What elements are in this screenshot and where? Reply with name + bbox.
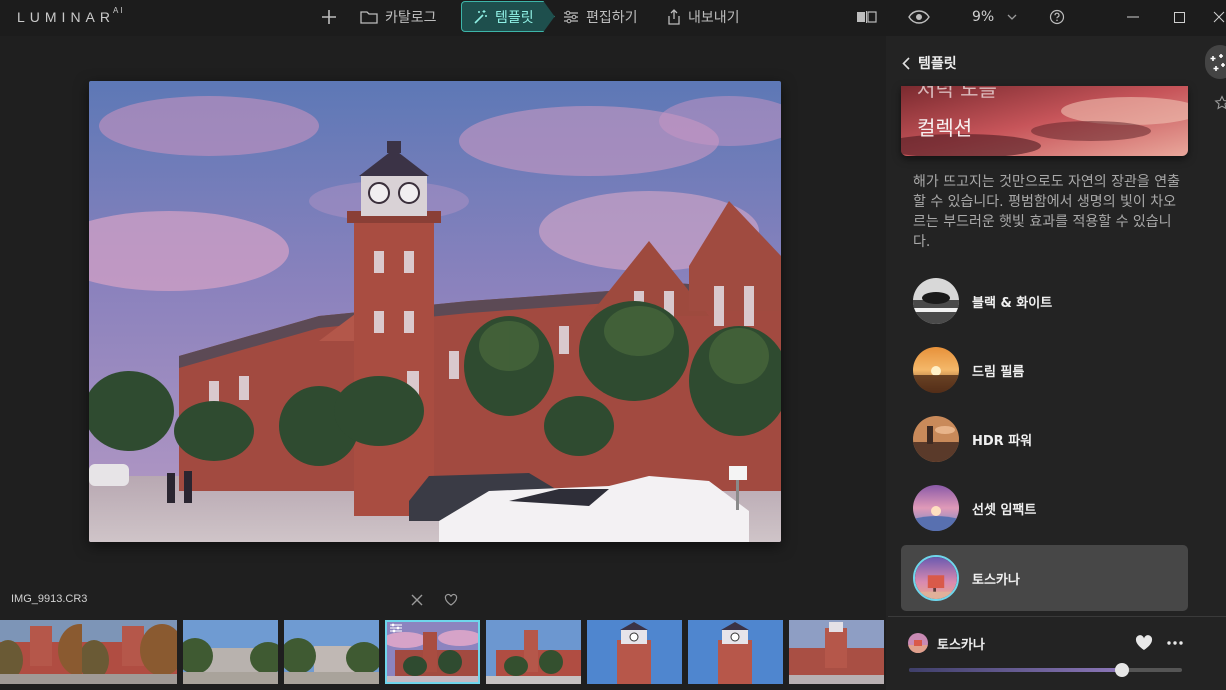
templates-tab[interactable]: 템플릿	[461, 1, 555, 32]
edit-tab[interactable]: 편집하기	[563, 0, 638, 34]
back-label: 템플릿	[918, 56, 957, 72]
catalog-tab-label: 카탈로그	[385, 10, 437, 26]
compare-button[interactable]	[856, 0, 878, 34]
share-icon	[668, 9, 680, 25]
edited-mark-icon	[390, 623, 402, 633]
preset-label: 토스카나	[972, 573, 1020, 588]
sliders-icon	[564, 10, 578, 24]
panel-divider	[888, 616, 1226, 617]
minimize-icon	[1127, 16, 1139, 18]
collection-description: 해가 뜨고지는 것만으로도 자연의 장관을 연출할 수 있습니다. 평범함에서 …	[913, 174, 1180, 250]
preset-label: 블랙 & 화이트	[972, 296, 1053, 311]
preset-amount-slider[interactable]	[909, 663, 1182, 677]
close-icon	[1213, 11, 1225, 23]
app-logo: LUMINARAI	[17, 6, 125, 25]
preset-dream-film[interactable]: 드림 필름	[901, 337, 1188, 403]
close-icon	[411, 594, 423, 606]
preset-label: 드림 필름	[972, 365, 1025, 380]
favorites-side-button[interactable]	[1214, 95, 1226, 115]
heart-icon	[1135, 635, 1153, 650]
preset-thumbnail	[913, 555, 959, 601]
star-icon	[1214, 95, 1226, 110]
filmstrip-thumb[interactable]	[789, 620, 884, 684]
preset-black-white[interactable]: 블랙 & 화이트	[901, 268, 1188, 334]
filmstrip-thumb[interactable]	[82, 620, 177, 684]
back-to-templates[interactable]: 템플릿	[902, 53, 957, 73]
folder-icon	[360, 11, 378, 24]
preset-thumbnail	[913, 347, 959, 393]
slider-knob[interactable]	[1114, 663, 1129, 677]
catalog-tab[interactable]: 카탈로그	[360, 0, 437, 34]
compare-icon	[857, 11, 877, 23]
filmstrip-thumb[interactable]	[486, 620, 581, 684]
maximize-icon	[1174, 11, 1185, 23]
filmstrip	[0, 620, 884, 684]
current-preset-name: 토스카나	[937, 638, 985, 653]
maximize-button[interactable]	[1174, 0, 1185, 34]
plus-icon	[322, 10, 336, 24]
close-window-button[interactable]	[1213, 0, 1225, 34]
heart-icon	[444, 593, 458, 606]
favorite-button[interactable]	[444, 592, 458, 611]
preset-toscana[interactable]: 토스카나	[901, 545, 1188, 611]
filmstrip-thumb-selected[interactable]	[385, 620, 480, 684]
main-photo[interactable]	[89, 81, 781, 542]
collection-title-line1: 저녁 노을	[917, 86, 997, 101]
side-templates-button[interactable]	[1205, 45, 1226, 79]
filmstrip-thumb[interactable]	[587, 620, 682, 684]
current-preset-icon	[908, 633, 928, 653]
filmstrip-thumb[interactable]	[0, 620, 95, 684]
preset-label: 선셋 임팩트	[972, 503, 1037, 518]
edit-tab-label: 편집하기	[586, 10, 638, 26]
preset-sunset-impact[interactable]: 선셋 임팩트	[901, 475, 1188, 541]
filmstrip-thumb[interactable]	[284, 620, 379, 684]
more-horizontal-icon	[1167, 641, 1183, 645]
preview-button[interactable]	[908, 0, 930, 34]
filmstrip-thumb[interactable]	[183, 620, 278, 684]
top-bar: LUMINARAI 카탈로그 템플릿 편집하기 내보내기 9%	[0, 0, 1226, 36]
minimize-button[interactable]	[1127, 0, 1139, 34]
reject-button[interactable]	[410, 592, 424, 611]
preset-thumbnail	[913, 416, 959, 462]
zoom-dropdown[interactable]	[1007, 0, 1017, 34]
preset-thumbnail	[913, 485, 959, 531]
sparkle-icon	[1210, 54, 1225, 71]
favorite-preset-button[interactable]	[1135, 635, 1153, 655]
chevron-down-icon	[1007, 14, 1017, 20]
preset-hdr-power[interactable]: HDR 파워	[901, 406, 1188, 472]
magic-wand-icon	[474, 9, 487, 24]
collection-banner: 저녁 노을 컬렉션	[901, 86, 1188, 156]
preset-label: HDR 파워	[972, 434, 1033, 449]
export-tab[interactable]: 내보내기	[667, 0, 740, 34]
templates-tab-label: 템플릿	[495, 9, 534, 26]
export-tab-label: 내보내기	[688, 10, 740, 26]
help-icon	[1049, 9, 1065, 25]
zoom-level[interactable]: 9%	[972, 0, 994, 34]
more-options-button[interactable]	[1166, 634, 1184, 656]
eye-icon	[908, 10, 930, 24]
help-button[interactable]	[1049, 0, 1065, 34]
collection-title-line2: 컬렉션	[917, 116, 973, 140]
file-name: IMG_9913.CR3	[11, 593, 88, 605]
filmstrip-thumb[interactable]	[688, 620, 783, 684]
photo-canvas	[89, 81, 781, 542]
preset-thumbnail	[913, 278, 959, 324]
chevron-left-icon	[902, 56, 910, 70]
slider-fill	[909, 668, 1122, 672]
add-button[interactable]	[318, 0, 340, 34]
